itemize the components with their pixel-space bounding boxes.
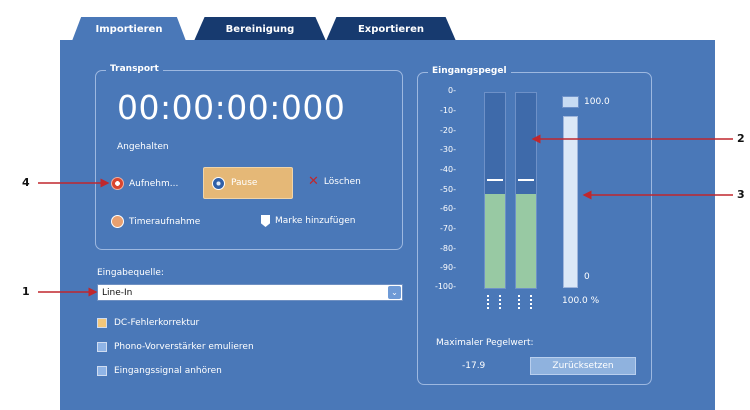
right-peak-marker [518, 178, 534, 181]
callout-3: 3 [737, 188, 745, 201]
pause-button[interactable]: Pause [203, 167, 293, 199]
input-source-select[interactable]: Line-In ⌄ [97, 284, 403, 301]
input-source-label: Eingabequelle: [97, 268, 164, 278]
status-text: Angehalten [117, 142, 169, 152]
pause-label: Pause [231, 178, 258, 188]
scale-label: -70- [440, 224, 456, 233]
tab-exportieren[interactable]: Exportieren [326, 17, 456, 41]
marker-icon [261, 215, 270, 227]
checkbox-label: DC-Fehlerkorrektur [114, 318, 200, 328]
right-level-meter [515, 92, 537, 289]
input-source-value: Line-In [102, 287, 133, 298]
callout-2: 2 [737, 132, 745, 145]
record-icon [111, 177, 124, 190]
level-slider[interactable] [563, 116, 578, 288]
dc-correction-checkbox[interactable]: DC-Fehlerkorrektur [97, 318, 199, 328]
record-button[interactable]: Aufnehm... [111, 177, 178, 190]
left-channel-icon [487, 295, 501, 309]
chevron-down-icon[interactable]: ⌄ [388, 286, 401, 299]
slider-max-label: 100.0 [584, 97, 610, 107]
scale-label: -40- [440, 165, 456, 174]
scale-label: -90- [440, 263, 456, 272]
scale-label: -30- [440, 145, 456, 154]
right-level-fill [516, 194, 536, 288]
pause-icon [212, 176, 225, 190]
delete-label: Löschen [323, 177, 361, 187]
max-level-value: -17.9 [462, 361, 486, 371]
scale-label: -10- [440, 106, 456, 115]
tab-importieren[interactable]: Importieren [72, 17, 186, 41]
level-slider-thumb[interactable] [562, 96, 579, 108]
max-level-label: Maximaler Pegelwert: [436, 338, 534, 348]
scale-label: -100- [434, 282, 456, 291]
scale-label: -50- [440, 185, 456, 194]
timer-icon [111, 215, 124, 228]
right-channel-icon [518, 295, 532, 309]
callout-1: 1 [22, 285, 30, 298]
scale-label: -60- [440, 204, 456, 213]
timer-label: Timeraufnahme [129, 216, 201, 227]
left-peak-marker [487, 178, 503, 181]
left-level-meter [484, 92, 506, 289]
time-display: 00:00:00:000 [117, 88, 346, 127]
slider-value: 100.0 % [562, 296, 600, 306]
delete-button[interactable]: ✕ Löschen [308, 174, 361, 189]
monitor-input-checkbox[interactable]: Eingangssignal anhören [97, 366, 222, 376]
checkbox-label: Eingangssignal anhören [114, 366, 222, 376]
slider-min-label: 0 [584, 272, 590, 282]
scale-label: -20- [440, 126, 456, 135]
scale-label: -80- [440, 244, 456, 253]
delete-icon: ✕ [308, 174, 319, 189]
callout-4: 4 [22, 176, 30, 189]
input-level-title: Eingangspegel [428, 66, 511, 76]
checkbox-box[interactable] [97, 318, 107, 328]
record-label: Aufnehm... [129, 178, 179, 189]
tab-bereinigung[interactable]: Bereinigung [194, 17, 326, 41]
checkbox-box[interactable] [97, 366, 107, 376]
checkbox-box[interactable] [97, 342, 107, 352]
add-marker-button[interactable]: Marke hinzufügen [261, 215, 355, 227]
checkbox-label: Phono-Vorverstärker emulieren [114, 342, 254, 352]
phono-preamp-checkbox[interactable]: Phono-Vorverstärker emulieren [97, 342, 254, 352]
reset-button[interactable]: Zurücksetzen [530, 357, 636, 375]
transport-title: Transport [106, 64, 163, 74]
marker-label: Marke hinzufügen [275, 216, 356, 226]
left-level-fill [485, 194, 505, 288]
timer-record-button[interactable]: Timeraufnahme [111, 215, 200, 228]
scale-label: 0- [448, 86, 456, 95]
